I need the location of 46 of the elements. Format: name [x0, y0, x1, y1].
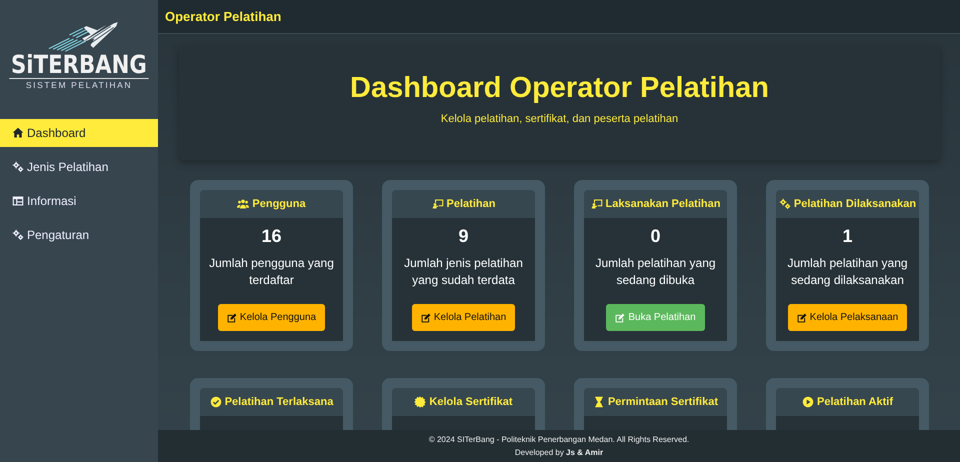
- action-button[interactable]: Kelola Pelaksanaan: [788, 304, 908, 331]
- card-title: Pengguna: [237, 198, 306, 210]
- presentation-icon: [590, 198, 603, 210]
- hero-title: Dashboard Operator Pelatihan: [350, 72, 769, 105]
- sidebar-item[interactable]: Jenis Pelatihan: [0, 153, 158, 181]
- count-value: 1: [842, 226, 852, 247]
- card-title: Pelatihan Aktif: [802, 396, 893, 408]
- card-title: Kelola Sertifikat: [414, 396, 513, 408]
- sidebar-item[interactable]: Informasi: [0, 187, 158, 215]
- card-title: Pelatihan: [432, 198, 496, 210]
- card-description: Jumlah jenis pelatihan yang sudah terdata: [403, 255, 524, 289]
- copyright-text: © 2024 SITerBang - Politeknik Penerbangan Medan. All Rights Reserved.: [428, 435, 690, 444]
- certificate-icon: [414, 396, 426, 408]
- play-icon: [802, 396, 814, 408]
- users-icon: [237, 198, 250, 210]
- card-title: Laksanakan Pelatihan: [590, 198, 720, 210]
- check-circle-icon: [210, 396, 222, 408]
- logo-text: SiTERBANG: [9, 52, 149, 79]
- table-icon: [12, 195, 24, 207]
- gears-icon: [12, 229, 24, 241]
- card-description: Jumlah pelatihan yang sedang dilaksanakan: [786, 255, 909, 289]
- gears-icon: [778, 198, 791, 210]
- action-button[interactable]: Kelola Pelatihan: [412, 304, 516, 331]
- hero-subtitle: Kelola pelatihan, sertifikat, dan peserta pelatihan: [440, 113, 678, 125]
- card-title: Pelatihan Dilaksanakan: [778, 198, 916, 210]
- home-icon: [12, 127, 24, 139]
- count-value: 9: [458, 226, 468, 247]
- count-value: 0: [650, 226, 660, 247]
- edit-icon: [796, 312, 807, 322]
- page-title: Operator Pelatihan: [165, 9, 282, 24]
- credit-text: Developed by Js & Amir: [514, 448, 604, 457]
- card-title: Pelatihan Terlaksana: [210, 396, 334, 408]
- sidebar-item[interactable]: Dashboard: [0, 119, 158, 147]
- edit-icon: [420, 312, 431, 322]
- sidebar-item[interactable]: Pengaturan: [0, 221, 158, 249]
- card-description: Jumlah pelatihan yang sedang dibuka: [594, 255, 717, 289]
- count-value: 16: [261, 226, 282, 247]
- action-button[interactable]: Kelola Pengguna: [218, 304, 326, 331]
- edit-icon: [226, 312, 237, 322]
- presentation-icon: [432, 198, 444, 210]
- gears-icon: [12, 161, 24, 173]
- card-title: Permintaan Sertifikat: [592, 396, 718, 408]
- hourglass-icon: [592, 396, 605, 408]
- edit-icon: [615, 312, 626, 322]
- logo-tagline: SISTEM PELATIHAN: [26, 80, 132, 90]
- card-description: Jumlah pengguna yang terdaftar: [208, 255, 335, 289]
